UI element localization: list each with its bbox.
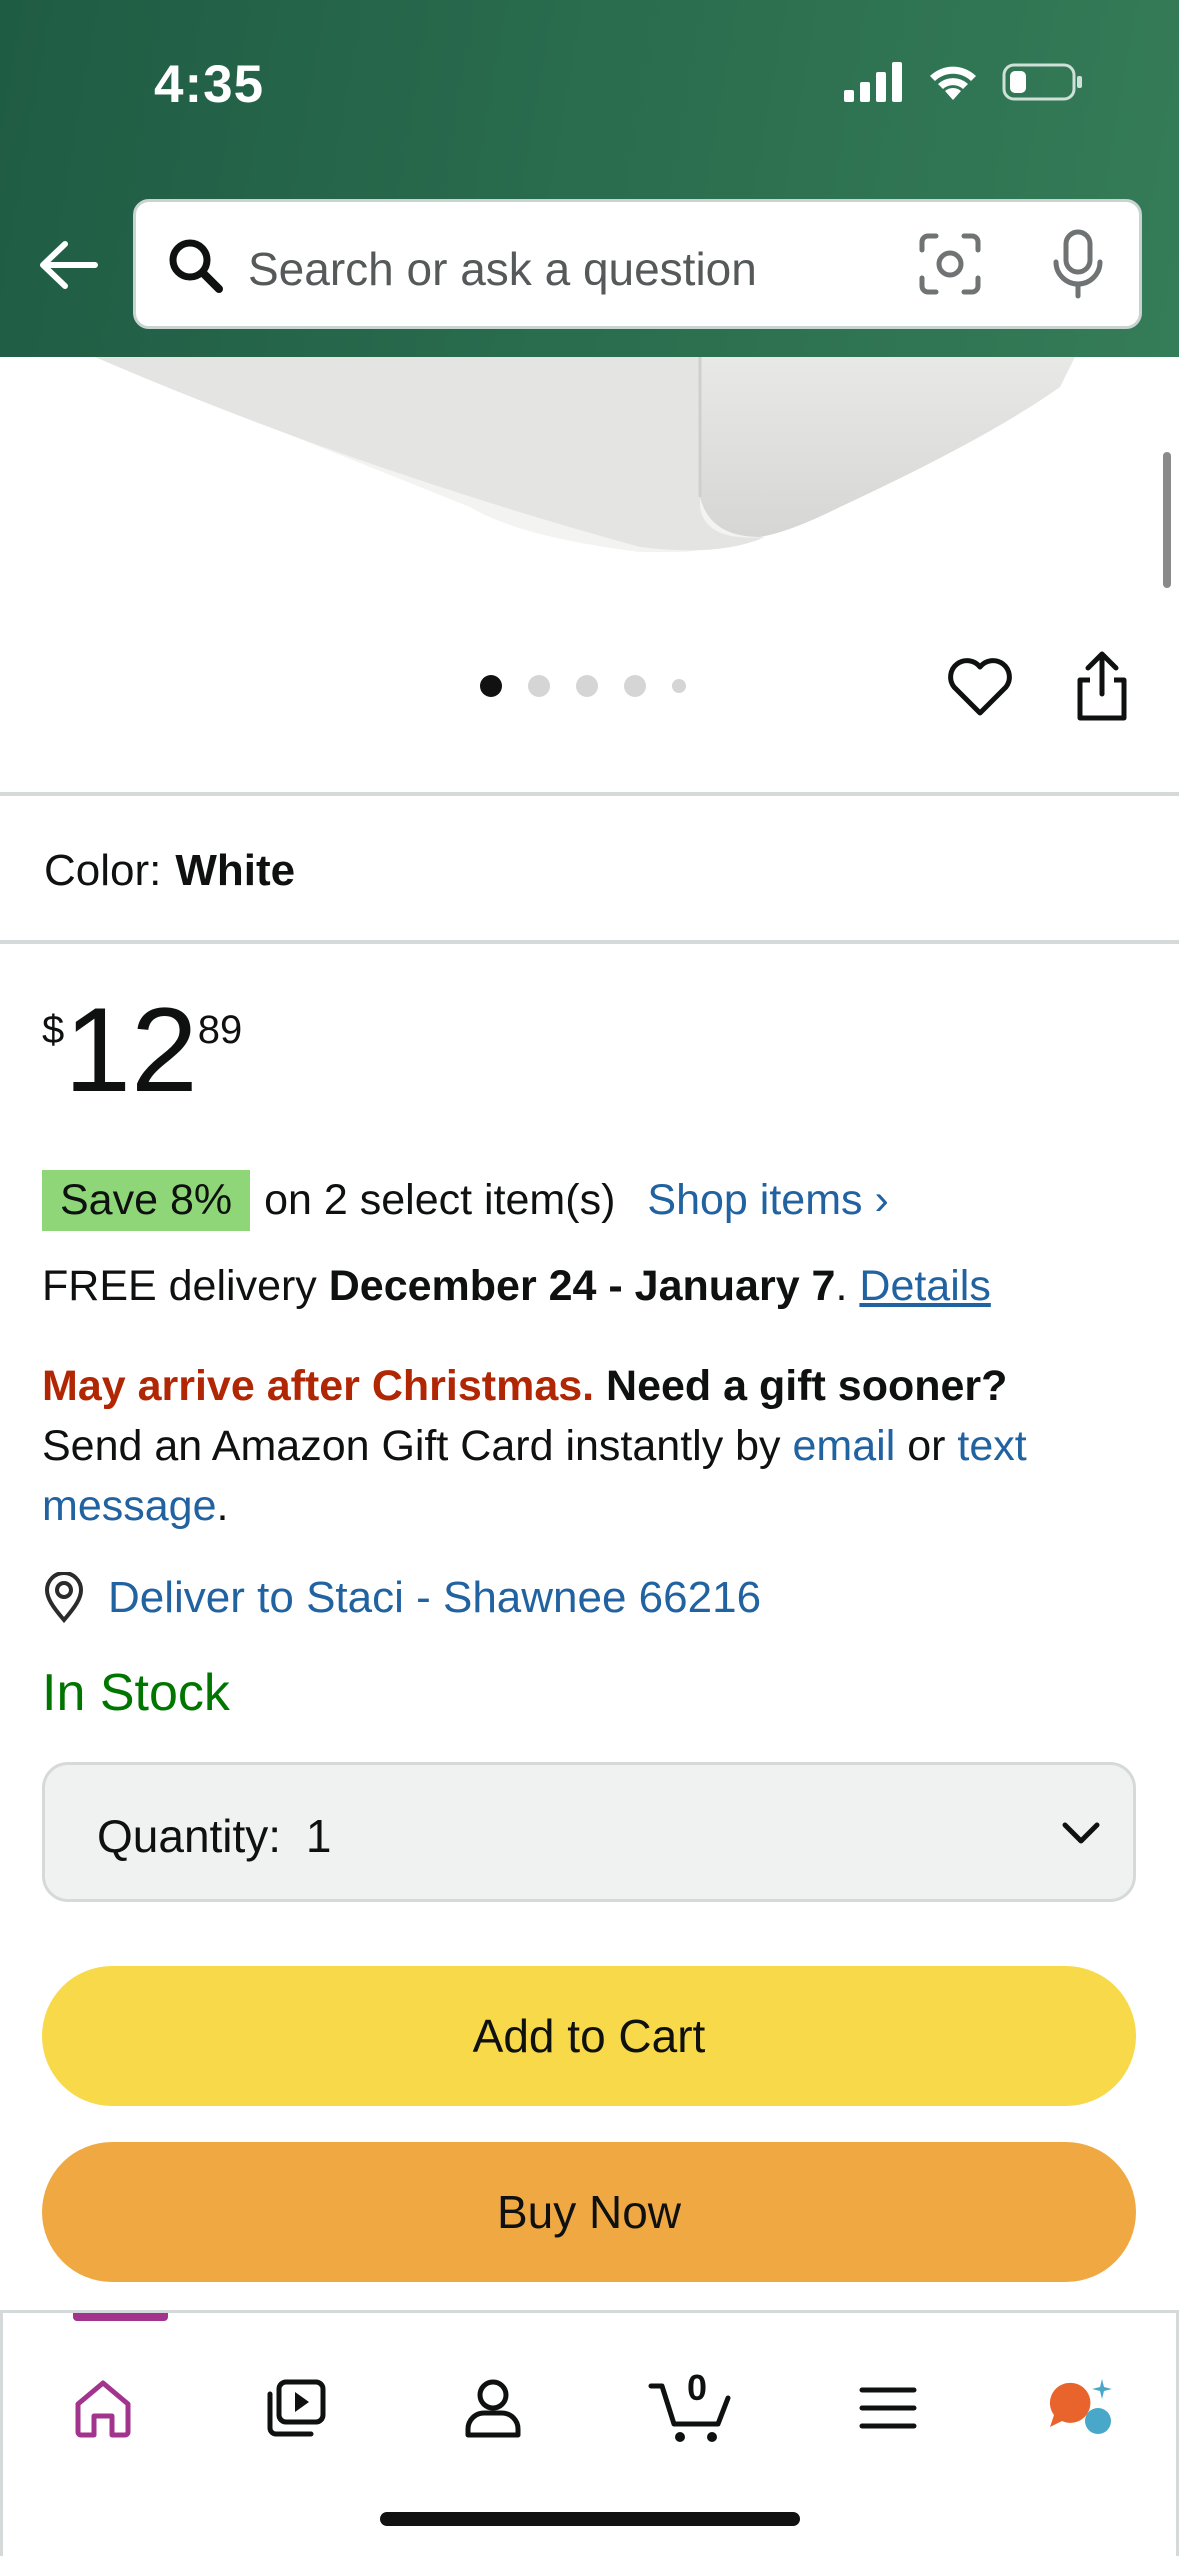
rufus-assistant-icon: [1049, 2379, 1112, 2434]
person-icon: [465, 2379, 521, 2438]
home-indicator[interactable]: [380, 2512, 800, 2526]
divider: [0, 940, 1179, 944]
save-badge: Save 8%: [42, 1170, 251, 1231]
price-symbol: $: [42, 1008, 65, 1052]
active-tab-indicator: [73, 2313, 168, 2321]
image-carousel-dots[interactable]: [480, 675, 686, 697]
promotion-row: Save 8% on 2 select item(s) Shop items ›: [42, 1170, 889, 1231]
quantity-label: Quantity: 1: [97, 1809, 331, 1863]
menu-icon: [859, 2387, 917, 2429]
color-selection[interactable]: Color: White: [44, 846, 295, 896]
price: $ 12 89: [42, 990, 242, 1110]
color-value: White: [175, 846, 296, 895]
video-icon: [267, 2379, 326, 2437]
buy-now-button[interactable]: Buy Now: [42, 2142, 1136, 2282]
wifi-icon: [930, 66, 976, 100]
share-icon: [1077, 651, 1127, 721]
app-header: 4:35 Search or ask a question: [0, 0, 1179, 357]
status-time: 4:35: [154, 55, 265, 114]
deliver-to-text[interactable]: Deliver to Staci - Shawnee 66216: [108, 1573, 761, 1623]
delivery-prefix: FREE delivery: [42, 1262, 329, 1310]
chevron-down-icon: [1062, 1822, 1100, 1844]
gift-send-text: Send an Amazon Gift Card instantly by: [42, 1422, 793, 1470]
nav-rufus[interactable]: [1035, 2363, 1125, 2453]
scrollbar[interactable]: [1163, 452, 1171, 588]
gift-question: Need a gift sooner?: [606, 1362, 1008, 1410]
gift-end: .: [216, 1482, 229, 1530]
carousel-dot[interactable]: [576, 675, 598, 697]
nav-account[interactable]: [448, 2363, 538, 2453]
battery-icon: [1002, 63, 1082, 101]
gift-notice: May arrive after Christmas. Need a gift …: [42, 1356, 1152, 1536]
nav-home[interactable]: [58, 2363, 148, 2453]
carousel-dot[interactable]: [480, 675, 502, 697]
promotion-text: on 2 select item(s): [264, 1176, 616, 1224]
gift-email-link[interactable]: email: [793, 1422, 896, 1470]
stock-status: In Stock: [42, 1664, 230, 1722]
deliver-to-location[interactable]: Deliver to Staci - Shawnee 66216: [42, 1572, 761, 1624]
back-arrow-icon: [39, 241, 98, 289]
arrival-warning: May arrive after Christmas.: [42, 1362, 595, 1410]
delivery-dates: December 24 - January 7: [328, 1262, 836, 1310]
color-label: Color:: [44, 846, 162, 895]
location-pin-icon: [44, 1572, 84, 1624]
delivery-details-link[interactable]: Details: [859, 1262, 990, 1310]
carousel-dot[interactable]: [624, 675, 646, 697]
divider: [0, 792, 1179, 796]
product-photo: [95, 357, 1075, 552]
search-icon: [169, 239, 223, 293]
microphone-icon[interactable]: [1048, 228, 1108, 300]
nav-video[interactable]: [251, 2363, 341, 2453]
camera-scan-icon[interactable]: [918, 232, 982, 296]
price-whole: 12: [64, 983, 198, 1117]
heart-icon: [948, 658, 1012, 716]
add-to-list-button[interactable]: [945, 655, 1015, 719]
back-button[interactable]: [30, 225, 105, 305]
share-button[interactable]: [1072, 650, 1132, 722]
search-bar[interactable]: Search or ask a question: [133, 199, 1142, 329]
home-icon: [75, 2380, 131, 2438]
add-to-cart-button[interactable]: Add to Cart: [42, 1966, 1136, 2106]
price-fraction: 89: [197, 1008, 243, 1052]
quantity-label-text: Quantity:: [97, 1810, 282, 1862]
cart-count: 0: [687, 2367, 708, 2408]
delivery-info: FREE delivery December 24 - January 7. D…: [42, 1262, 991, 1311]
cellular-signal-icon: [844, 62, 902, 102]
carousel-dot[interactable]: [528, 675, 550, 697]
product-image[interactable]: [0, 357, 1179, 557]
quantity-dropdown[interactable]: Quantity: 1: [42, 1762, 1136, 1902]
nav-menu[interactable]: [843, 2363, 933, 2453]
status-icons: [844, 62, 1084, 102]
carousel-dot[interactable]: [672, 679, 686, 693]
search-input[interactable]: Search or ask a question: [248, 242, 757, 296]
nav-cart[interactable]: 0: [643, 2363, 743, 2453]
quantity-value: 1: [305, 1810, 332, 1862]
delivery-separator: .: [835, 1262, 860, 1310]
shop-items-link[interactable]: Shop items ›: [647, 1176, 888, 1225]
gift-or-text: or: [895, 1422, 958, 1470]
